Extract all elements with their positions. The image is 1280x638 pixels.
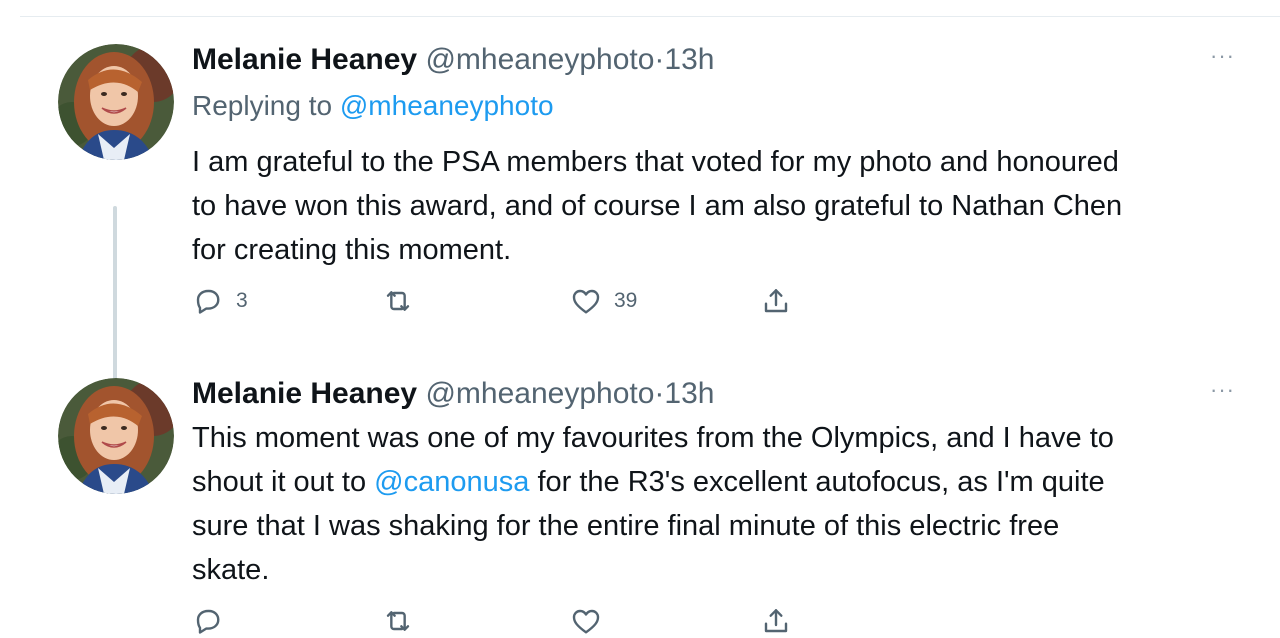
like-button[interactable]: 39 xyxy=(570,284,637,318)
reply-icon xyxy=(196,289,220,314)
thread-connector xyxy=(113,206,117,406)
more-icon[interactable]: ··· xyxy=(1210,379,1235,401)
reply-button[interactable]: 3 xyxy=(192,284,248,318)
like-icon xyxy=(572,289,600,314)
tweet-text-line: sure that I was shaking for the entire f… xyxy=(192,510,1060,542)
tweet-text-line: for creating this moment. xyxy=(192,234,512,266)
share-icon xyxy=(764,289,788,313)
author-name[interactable]: Melanie Heaney xyxy=(192,43,417,76)
retweet-button[interactable] xyxy=(382,604,414,638)
timeline-divider xyxy=(20,16,1280,17)
mention-link[interactable]: @canonusa xyxy=(374,466,529,498)
retweet-button[interactable] xyxy=(382,284,426,318)
tweet-text-line: I am grateful to the PSA members that vo… xyxy=(192,146,1119,178)
tweet-text: I am grateful to the PSA members that vo… xyxy=(192,140,1252,272)
text-segment: for the R3's excellent autofocus, as I'm… xyxy=(529,466,1105,498)
tweet-header: Melanie Heaney @mheaneyphoto·13h xyxy=(192,376,714,412)
reply-button[interactable] xyxy=(192,604,224,638)
avatar[interactable] xyxy=(58,44,174,160)
reply-count: 3 xyxy=(236,289,248,312)
replying-to: Replying to @mheaneyphoto xyxy=(192,88,554,124)
retweet-icon xyxy=(386,611,410,631)
retweet-icon xyxy=(386,291,410,311)
meta-separator: · xyxy=(654,377,665,410)
tweet-time[interactable]: 13h xyxy=(664,377,714,410)
like-button[interactable] xyxy=(570,604,602,638)
tweet-text-line: shout it out to @canonusa for the R3's e… xyxy=(192,460,1252,504)
tweet-actions xyxy=(192,604,812,638)
tweet-text: This moment was one of my favourites fro… xyxy=(192,416,1252,592)
tweet-text-line: to have won this award, and of course I … xyxy=(192,190,1123,222)
meta-separator: · xyxy=(654,43,665,76)
like-count: 39 xyxy=(614,289,638,312)
text-segment: shout it out to xyxy=(192,466,375,498)
reply-icon xyxy=(196,609,220,634)
avatar[interactable] xyxy=(58,378,174,494)
share-icon xyxy=(764,609,788,633)
tweet-text-line: This moment was one of my favourites fro… xyxy=(192,422,1114,454)
more-icon[interactable]: ··· xyxy=(1210,45,1235,67)
like-icon xyxy=(572,609,600,634)
tweet-time[interactable]: 13h xyxy=(664,43,714,76)
author-handle[interactable]: @mheaneyphoto xyxy=(425,43,654,76)
replying-mention-link[interactable]: @mheaneyphoto xyxy=(340,90,554,121)
author-handle[interactable]: @mheaneyphoto xyxy=(425,377,654,410)
replying-prefix: Replying to xyxy=(192,90,340,121)
tweet-text-line: skate. xyxy=(192,554,270,586)
share-button[interactable] xyxy=(760,604,792,638)
share-button[interactable] xyxy=(760,284,792,318)
tweet-actions: 3 39 xyxy=(192,284,812,318)
tweet-header: Melanie Heaney @mheaneyphoto·13h xyxy=(192,42,714,78)
author-name[interactable]: Melanie Heaney xyxy=(192,377,417,410)
